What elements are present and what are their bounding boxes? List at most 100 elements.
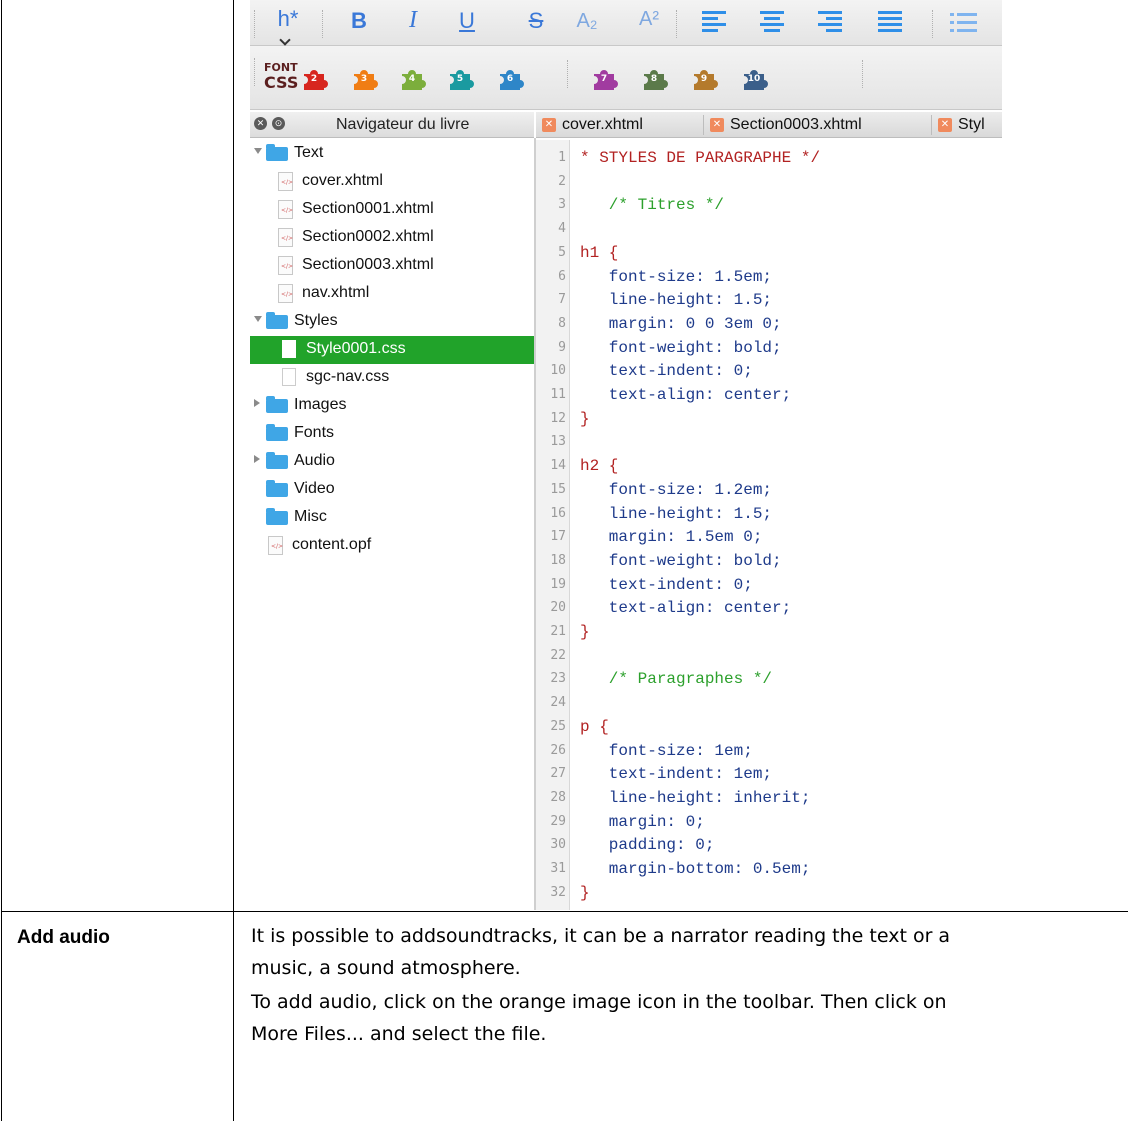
- line-number: 28: [550, 789, 566, 805]
- file-icon: </>: [278, 256, 293, 275]
- superscript-button[interactable]: A²: [632, 8, 666, 31]
- line-number: 18: [550, 552, 566, 568]
- tree-item[interactable]: Misc: [250, 504, 534, 532]
- line-number: 10: [550, 363, 566, 379]
- chevron-down-icon: [279, 34, 291, 46]
- tree-item[interactable]: </> Section0002.xhtml: [250, 224, 534, 252]
- clip-7-button[interactable]: 7: [590, 66, 618, 94]
- tree-item-label: Section0003.xhtml: [302, 256, 434, 273]
- subscript-button[interactable]: A₂: [570, 10, 604, 33]
- row-label: Add audio: [17, 927, 110, 948]
- line-number: 30: [550, 837, 566, 853]
- code-line: font-weight: bold;: [580, 338, 782, 357]
- expand-arrow-icon[interactable]: [254, 148, 262, 154]
- tab-close-icon[interactable]: ✕: [542, 118, 556, 132]
- description-line: It is possible to addsoundtracks, it can…: [251, 925, 951, 947]
- tree-item-label: cover.xhtml: [302, 172, 383, 189]
- folder-icon: [266, 508, 288, 525]
- heading-label: h*: [277, 6, 299, 31]
- align-left-icon[interactable]: [702, 11, 726, 33]
- close-icon[interactable]: ✕: [254, 117, 267, 130]
- tab-close-icon[interactable]: ✕: [710, 118, 724, 132]
- justify-icon[interactable]: [878, 11, 902, 33]
- line-number: 25: [550, 718, 566, 734]
- clip-number: 7: [600, 74, 608, 84]
- line-number: 3: [558, 197, 566, 213]
- clip-number: 9: [700, 74, 708, 84]
- heading-button[interactable]: h*: [268, 6, 308, 46]
- tab-close-icon[interactable]: ✕: [938, 118, 952, 132]
- tree-item[interactable]: Styles: [250, 308, 534, 336]
- description-line: To add audio, click on the orange image …: [251, 991, 947, 1013]
- code-line: /* Paragraphes */: [580, 670, 773, 689]
- tree-item[interactable]: Audio: [250, 448, 534, 476]
- code-line: font-size: 1.5em;: [580, 267, 773, 286]
- line-number: 21: [550, 624, 566, 639]
- book-browser-header: ✕ ⊙ Navigateur du livre: [250, 112, 534, 138]
- code-line: margin-bottom: 0.5em;: [580, 860, 811, 878]
- tree-item[interactable]: Text: [250, 140, 534, 168]
- tab-label: Section0003.xhtml: [730, 116, 862, 133]
- tree-item-label: Style0001.css: [306, 340, 406, 357]
- editor-tab[interactable]: ✕ Section0003.xhtml: [704, 112, 932, 138]
- line-number: 27: [550, 766, 566, 782]
- clip-4-button[interactable]: 4: [398, 66, 426, 94]
- folder-icon: [266, 452, 288, 469]
- bold-button[interactable]: B: [348, 8, 370, 34]
- tab-label: cover.xhtml: [562, 116, 643, 133]
- expand-arrow-icon[interactable]: [254, 399, 260, 407]
- italic-button[interactable]: I: [402, 7, 424, 34]
- tree-item[interactable]: </> content.opf: [250, 532, 534, 560]
- clip-8-button[interactable]: 8: [640, 66, 668, 94]
- tree-item[interactable]: </> nav.xhtml: [250, 280, 534, 308]
- description-line: music, a sound atmosphere.: [251, 957, 521, 979]
- tree-item[interactable]: sgc-nav.css: [250, 364, 534, 392]
- editor-screenshot: h* B I U S A₂ A² FONT CSS ✕ ⊙ Navigateur…: [250, 0, 1002, 910]
- font-css-icon[interactable]: FONT CSS: [264, 60, 298, 91]
- clip-10-button[interactable]: 10: [740, 66, 768, 94]
- float-icon[interactable]: ⊙: [272, 117, 285, 130]
- align-right-icon[interactable]: [818, 11, 842, 33]
- code-line: padding: 0;: [580, 836, 715, 855]
- table-row-divider: [1, 911, 1128, 912]
- code-line: h2 {: [580, 457, 619, 476]
- code-line: line-height: inherit;: [580, 788, 811, 807]
- line-number: 17: [550, 529, 566, 545]
- code-line: }: [580, 883, 590, 902]
- expand-arrow-icon[interactable]: [254, 316, 262, 322]
- tree-item[interactable]: </> cover.xhtml: [250, 168, 534, 196]
- line-number: 24: [550, 695, 566, 711]
- format-toolbar: h* B I U S A₂ A²: [250, 0, 1002, 46]
- clip-number: 4: [408, 74, 416, 84]
- tree-item[interactable]: Style0001.css: [250, 336, 534, 364]
- editor-tab[interactable]: ✕ Styl: [932, 112, 1002, 138]
- file-icon: </>: [278, 284, 293, 303]
- clip-5-button[interactable]: 5: [446, 66, 474, 94]
- expand-arrow-icon[interactable]: [254, 455, 260, 463]
- code-line: text-align: center;: [580, 386, 792, 404]
- editor-tab[interactable]: ✕ cover.xhtml: [536, 112, 704, 138]
- strikethrough-button[interactable]: S: [525, 8, 547, 34]
- folder-icon: [266, 312, 288, 329]
- file-icon: </>: [278, 200, 293, 219]
- tree-item-label: Audio: [294, 452, 335, 469]
- list-icon[interactable]: [950, 12, 978, 34]
- underline-button[interactable]: U: [456, 8, 478, 34]
- code-line: line-height: 1.5;: [580, 504, 773, 523]
- tree-item[interactable]: </> Section0001.xhtml: [250, 196, 534, 224]
- clip-3-button[interactable]: 3: [350, 66, 378, 94]
- book-browser-title: Navigateur du livre: [336, 116, 470, 133]
- clip-6-button[interactable]: 6: [496, 66, 524, 94]
- code-line: text-indent: 1em;: [580, 765, 773, 784]
- tree-item[interactable]: Fonts: [250, 420, 534, 448]
- tree-item[interactable]: </> Section0003.xhtml: [250, 252, 534, 280]
- css-file-icon: [282, 340, 296, 358]
- code-line: font-size: 1.2em;: [580, 480, 773, 499]
- tree-item[interactable]: Video: [250, 476, 534, 504]
- clip-2-button[interactable]: 2: [300, 66, 328, 94]
- tree-item[interactable]: Images: [250, 392, 534, 420]
- align-center-icon[interactable]: [760, 11, 784, 33]
- line-number: 11: [550, 387, 566, 402]
- line-number: 13: [550, 434, 566, 450]
- clip-9-button[interactable]: 9: [690, 66, 718, 94]
